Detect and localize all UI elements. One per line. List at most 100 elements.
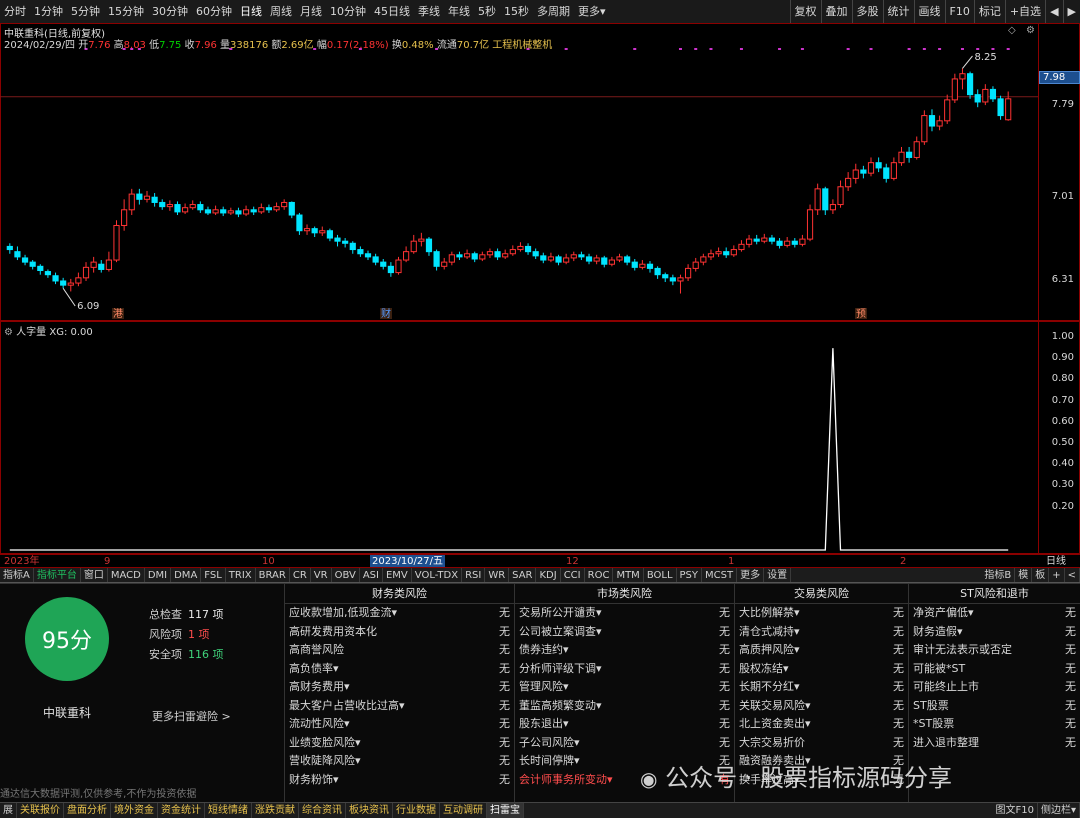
risk-item-value: 无 <box>893 717 904 730</box>
risk-item-0-8[interactable]: 营收陡降风险▾ 无 <box>285 752 514 771</box>
sector-label[interactable]: 工程机械整机 <box>492 40 552 51</box>
indicator-tab-6[interactable]: FSL <box>201 568 226 582</box>
risk-item-0-7[interactable]: 业绩变脸风险▾ 无 <box>285 734 514 753</box>
settings-icon[interactable]: ⚙ <box>1026 25 1035 36</box>
indicator-tab-0[interactable]: 指标A <box>0 568 34 582</box>
risk-item-0-0[interactable]: 应收款增加,低现金流▾ 无 <box>285 604 514 623</box>
indicator-tab-26[interactable]: 设置 <box>764 568 792 582</box>
risk-item-1-5[interactable]: 董监高频繁变动▾ 无 <box>515 697 734 716</box>
disclaimer: 通达信大数据评测,仅供参考,不作为投资依据 <box>0 789 197 800</box>
indicator-tab-right-2[interactable]: 板 <box>1032 568 1050 582</box>
risk-item-0-4[interactable]: 高财务费用▾ 无 <box>285 678 514 697</box>
risk-item-3-0[interactable]: 净资产偏低▾ 无 <box>909 604 1080 623</box>
risk-item-label: 高负债率▾ <box>289 661 339 675</box>
candle-body-94 <box>723 251 730 256</box>
more-risk-link[interactable]: 更多扫雷避险 > <box>152 708 231 724</box>
risk-item-0-1[interactable]: 高研发费用资本化 无 <box>285 623 514 642</box>
risk-item-3-4[interactable]: 可能终止上市 无 <box>909 678 1080 697</box>
risk-item-3-5[interactable]: ST股票 无 <box>909 697 1080 716</box>
nav-diamond-icon[interactable]: ◇ <box>1008 25 1016 36</box>
risk-item-0-3[interactable]: 高负债率▾ 无 <box>285 660 514 679</box>
indicator-tab-14[interactable]: VOL-TDX <box>412 568 463 582</box>
risk-item-0-2[interactable]: 高商誉风险 无 <box>285 641 514 660</box>
indicator-tab-right-1[interactable]: 模 <box>1015 568 1033 582</box>
bottom-tab-9[interactable]: 行业数据 <box>393 803 440 818</box>
risk-item-0-5[interactable]: 最大客户占营收比过高▾ 无 <box>285 697 514 716</box>
indicator-tab-9[interactable]: CR <box>290 568 311 582</box>
bottom-tab-1[interactable]: 关联报价 <box>17 803 64 818</box>
risk-item-2-6[interactable]: 北上资金卖出▾ 无 <box>735 715 908 734</box>
risk-item-2-7[interactable]: 大宗交易折价 无 <box>735 734 908 753</box>
indicator-tab-8[interactable]: BRAR <box>256 568 290 582</box>
indicator-tab-17[interactable]: SAR <box>509 568 537 582</box>
risk-item-3-1[interactable]: 财务造假▾ 无 <box>909 623 1080 642</box>
bottom-tab-3[interactable]: 境外资金 <box>111 803 158 818</box>
indicator-tab-24[interactable]: MCST <box>702 568 738 582</box>
risk-item-1-2[interactable]: 债券违约▾ 无 <box>515 641 734 660</box>
indicator-tab-4[interactable]: DMI <box>145 568 172 582</box>
indicator-tab-2[interactable]: 窗口 <box>81 568 108 582</box>
indicator-name[interactable]: 人字量 <box>16 327 46 338</box>
risk-item-3-6[interactable]: *ST股票 无 <box>909 715 1080 734</box>
bottom-tab-5[interactable]: 短线情绪 <box>205 803 252 818</box>
risk-item-value: 无 <box>499 606 510 619</box>
indicator-tab-10[interactable]: VR <box>311 568 332 582</box>
risk-item-2-0[interactable]: 大比例解禁▾ 无 <box>735 604 908 623</box>
indicator-tab-right-3[interactable]: + <box>1049 568 1065 582</box>
bottom-tab-7[interactable]: 综合资讯 <box>299 803 346 818</box>
indicator-tab-22[interactable]: BOLL <box>644 568 677 582</box>
risk-item-0-9[interactable]: 财务粉饰▾ 无 <box>285 771 514 790</box>
risk-item-value: 无 <box>1065 735 1076 749</box>
indicator-tab-25[interactable]: 更多 <box>737 568 765 582</box>
bottom-right-tab-1[interactable]: 侧边栏▾ <box>1038 803 1080 818</box>
candle-body-102 <box>784 240 791 246</box>
indicator-tab-19[interactable]: CCI <box>561 568 585 582</box>
indicator-settings-icon[interactable]: ⚙ <box>4 327 13 338</box>
indicator-tab-20[interactable]: ROC <box>585 568 614 582</box>
risk-item-2-3[interactable]: 股权冻结▾ 无 <box>735 660 908 679</box>
indicator-tab-7[interactable]: TRIX <box>226 568 256 582</box>
bottom-tab-10[interactable]: 互动调研 <box>440 803 487 818</box>
candle-body-75 <box>578 254 585 258</box>
indicator-tab-18[interactable]: KDJ <box>536 568 561 582</box>
indicator-tab-5[interactable]: DMA <box>171 568 202 582</box>
event-marker-2: 预 <box>856 308 866 320</box>
risk-item-1-3[interactable]: 分析师评级下调▾ 无 <box>515 660 734 679</box>
indicator-tab-15[interactable]: RSI <box>462 568 486 582</box>
risk-item-2-2[interactable]: 高质押风险▾ 无 <box>735 641 908 660</box>
indicator-tab-right-0[interactable]: 指标B <box>981 568 1016 582</box>
indicator-tab-21[interactable]: MTM <box>613 568 644 582</box>
bottom-tab-0[interactable]: 展 <box>0 803 17 818</box>
bottom-tab-2[interactable]: 盘面分析 <box>64 803 111 818</box>
indicator-tab-3[interactable]: MACD <box>108 568 145 582</box>
risk-item-1-4[interactable]: 管理风险▾ 无 <box>515 678 734 697</box>
risk-item-2-1[interactable]: 清仓式减持▾ 无 <box>735 623 908 642</box>
indicator-tab-13[interactable]: EMV <box>383 568 412 582</box>
open-value: 7.76 <box>88 40 111 51</box>
bottom-right-tab-0[interactable]: 图文F10 <box>992 803 1038 818</box>
risk-item-3-2[interactable]: 审计无法表示或否定 无 <box>909 641 1080 660</box>
indicator-tab-12[interactable]: ASI <box>360 568 383 582</box>
bottom-tab-11[interactable]: 扫雷宝 <box>487 803 524 818</box>
kline-chart[interactable]: 8.25 6.09 港 财 预 <box>0 0 1080 560</box>
risk-column-title-2: 交易类风险 <box>735 584 908 604</box>
risk-item-3-3[interactable]: 可能被*ST 无 <box>909 660 1080 679</box>
candle-body-8 <box>67 282 74 286</box>
bottom-tab-6[interactable]: 涨跌贡献 <box>252 803 299 818</box>
risk-item-1-0[interactable]: 交易所公开谴责▾ 无 <box>515 604 734 623</box>
candle-body-70 <box>540 255 547 261</box>
risk-item-1-1[interactable]: 公司被立案调查▾ 无 <box>515 623 734 642</box>
indicator-tab-16[interactable]: WR <box>485 568 510 582</box>
indicator-tab-23[interactable]: PSY <box>677 568 703 582</box>
indicator-tab-right-4[interactable]: < <box>1065 568 1080 582</box>
indicator-tab-11[interactable]: OBV <box>332 568 360 582</box>
bottom-tab-8[interactable]: 板块资讯 <box>346 803 393 818</box>
risk-item-1-7[interactable]: 子公司风险▾ 无 <box>515 734 734 753</box>
risk-item-2-5[interactable]: 关联交易风险▾ 无 <box>735 697 908 716</box>
risk-item-3-7[interactable]: 进入退市整理 无 <box>909 734 1080 753</box>
bottom-tab-4[interactable]: 资金统计 <box>158 803 205 818</box>
risk-item-0-6[interactable]: 流动性风险▾ 无 <box>285 715 514 734</box>
risk-item-2-4[interactable]: 长期不分红▾ 无 <box>735 678 908 697</box>
indicator-tab-1[interactable]: 指标平台 <box>34 568 81 582</box>
risk-item-1-6[interactable]: 股东退出▾ 无 <box>515 715 734 734</box>
